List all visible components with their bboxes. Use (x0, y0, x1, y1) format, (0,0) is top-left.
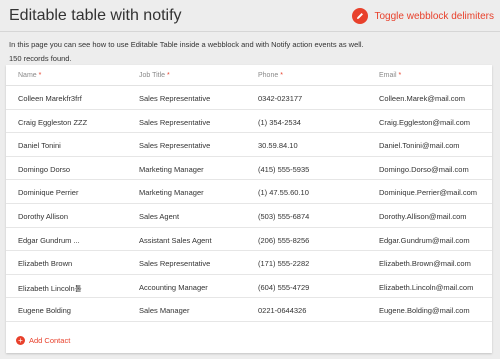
column-header-name[interactable]: Name * (18, 72, 41, 79)
add-contact-button[interactable]: + Add Contact (16, 336, 70, 345)
pencil-icon (352, 8, 369, 24)
name-cell[interactable]: Elizabeth Brown (18, 259, 72, 268)
name-cell[interactable]: Eugene Bolding (18, 306, 71, 315)
column-header-label: Email (379, 72, 397, 79)
email-cell[interactable]: Domingo.Dorso@mail.com (379, 165, 469, 174)
name-cell[interactable]: Craig Eggleston ZZZ (18, 118, 87, 127)
table-row[interactable]: Elizabeth Brown Sales Representative (17… (6, 251, 492, 275)
required-marker: * (280, 72, 283, 79)
add-contact-label: Add Contact (29, 336, 71, 345)
phone-cell[interactable]: (503) 555-6874 (258, 212, 309, 221)
phone-cell[interactable]: (604) 555-4729 (258, 283, 309, 292)
table-row[interactable]: Dorothy Allison Sales Agent (503) 555-68… (6, 204, 492, 228)
table-row[interactable]: Colleen Marekfr3frf Sales Representative… (6, 86, 492, 110)
email-cell[interactable]: Eugene.Bolding@mail.com (379, 306, 470, 315)
plus-circle-icon: + (16, 336, 25, 345)
job-title-cell[interactable]: Sales Manager (139, 306, 189, 315)
column-header-phone[interactable]: Phone * (258, 72, 283, 79)
email-cell[interactable]: Elizabeth.Brown@mail.com (379, 259, 471, 268)
job-title-cell[interactable]: Sales Representative (139, 118, 210, 127)
header-divider (0, 31, 500, 32)
phone-cell[interactable]: (171) 555-2282 (258, 259, 309, 268)
table-row[interactable]: Edgar Gundrum ... Assistant Sales Agent … (6, 228, 492, 252)
phone-cell[interactable]: 30.59.84.10 (258, 141, 298, 150)
column-header-label: Phone (258, 72, 279, 79)
table-row[interactable]: Elizabeth Lincoln툴 Accounting Manager (6… (6, 275, 492, 299)
email-cell[interactable]: Dorothy.Allison@mail.com (379, 212, 467, 221)
email-cell[interactable]: Elizabeth.Lincoln@mail.com (379, 283, 473, 292)
job-title-cell[interactable]: Marketing Manager (139, 188, 204, 197)
column-header-label: Name (18, 72, 37, 79)
required-marker: * (167, 72, 170, 79)
editable-table-card: Name * Job Title * Phone * Email * Colle… (6, 65, 492, 353)
phone-cell[interactable]: (206) 555-8256 (258, 236, 309, 245)
table-row[interactable]: Daniel Tonini Sales Representative 30.59… (6, 133, 492, 157)
phone-cell[interactable]: (1) 354-2534 (258, 118, 301, 127)
page-title: Editable table with notify (9, 7, 182, 24)
table-row[interactable]: Dominique Perrier Marketing Manager (1) … (6, 180, 492, 204)
name-cell[interactable]: Domingo Dorso (18, 165, 70, 174)
name-cell[interactable]: Edgar Gundrum ... (18, 236, 80, 245)
intro-text: In this page you can see how to use Edit… (9, 40, 364, 49)
name-cell[interactable]: Dorothy Allison (18, 212, 68, 221)
email-cell[interactable]: Edgar.Gundrum@mail.com (379, 236, 470, 245)
job-title-cell[interactable]: Marketing Manager (139, 165, 204, 174)
toggle-label: Toggle webblock delimiters (374, 10, 494, 22)
required-marker: * (398, 72, 402, 79)
name-cell[interactable]: Colleen Marekfr3frf (18, 94, 82, 103)
job-title-cell[interactable]: Sales Agent (139, 212, 179, 221)
column-header-email[interactable]: Email * (379, 72, 401, 79)
email-cell[interactable]: Craig.Eggleston@mail.com (379, 118, 470, 127)
name-cell[interactable]: Dominique Perrier (18, 188, 78, 197)
email-cell[interactable]: Colleen.Marek@mail.com (379, 94, 465, 103)
table-row[interactable]: Eugene Bolding Sales Manager 0221-064432… (6, 298, 492, 322)
name-cell[interactable]: Daniel Tonini (18, 141, 61, 150)
toggle-webblock-delimiters-button[interactable]: Toggle webblock delimiters (352, 6, 494, 26)
table-row[interactable]: Craig Eggleston ZZZ Sales Representative… (6, 110, 492, 134)
column-header-label: Job Title (139, 72, 166, 79)
job-title-cell[interactable]: Assistant Sales Agent (139, 236, 212, 245)
column-header-job-title[interactable]: Job Title * (139, 72, 170, 79)
job-title-cell[interactable]: Accounting Manager (139, 283, 208, 292)
phone-cell[interactable]: (1) 47.55.60.10 (258, 188, 309, 197)
email-cell[interactable]: Daniel.Tonini@mail.com (379, 141, 460, 150)
job-title-cell[interactable]: Sales Representative (139, 94, 210, 103)
page-header: Editable table with notify Toggle webblo… (0, 0, 500, 34)
required-marker: * (38, 72, 42, 79)
table-row[interactable]: Domingo Dorso Marketing Manager (415) 55… (6, 157, 492, 181)
job-title-cell[interactable]: Sales Representative (139, 141, 210, 150)
table-body: Colleen Marekfr3frf Sales Representative… (6, 86, 492, 322)
record-count: 150 records found. (9, 54, 72, 63)
phone-cell[interactable]: 0221-0644326 (258, 306, 306, 315)
job-title-cell[interactable]: Sales Representative (139, 259, 210, 268)
email-cell[interactable]: Dominique.Perrier@mail.com (379, 188, 477, 197)
phone-cell[interactable]: 0342-023177 (258, 94, 302, 103)
phone-cell[interactable]: (415) 555-5935 (258, 165, 309, 174)
name-cell[interactable]: Elizabeth Lincoln툴 (18, 283, 82, 294)
table-header: Name * Job Title * Phone * Email * (6, 65, 492, 86)
